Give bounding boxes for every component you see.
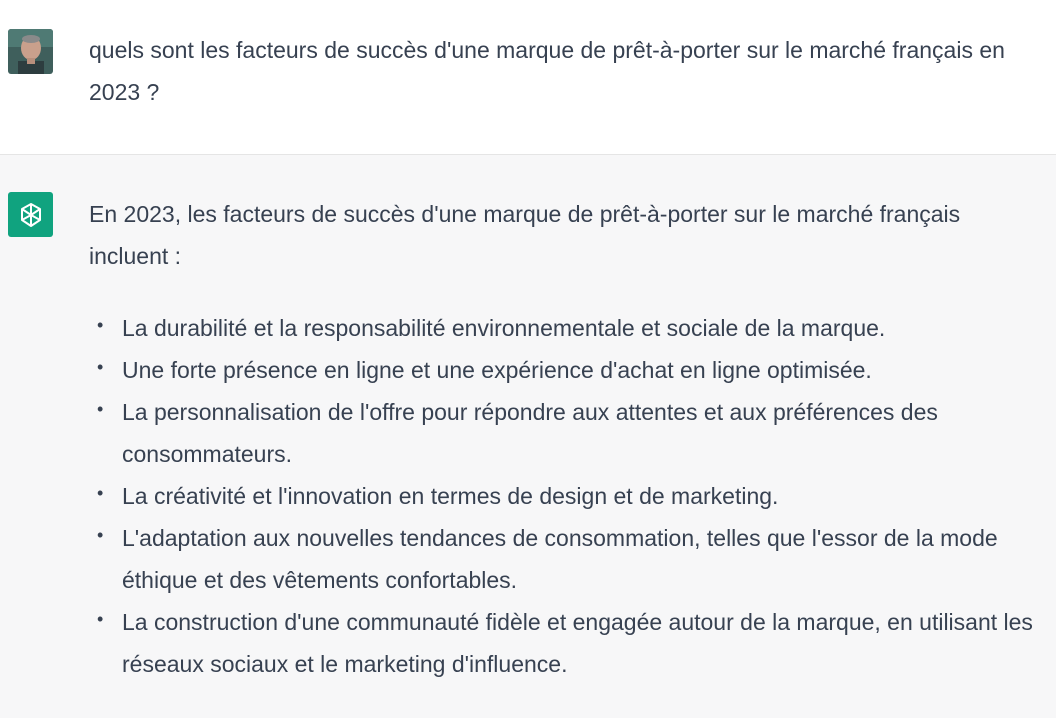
bullet-glyph: • bbox=[97, 483, 104, 503]
list-item: • L'adaptation aux nouvelles tendances de… bbox=[89, 517, 1040, 601]
list-item: • La construction d'une communauté fidèle… bbox=[89, 601, 1040, 685]
assistant-message-body: En 2023, les facteurs de succès d'une ma… bbox=[89, 193, 1040, 685]
bullet-glyph: • bbox=[97, 315, 104, 335]
assistant-intro-text: En 2023, les facteurs de succès d'une ma… bbox=[89, 201, 961, 269]
user-message-text: quels sont les facteurs de succès d'une … bbox=[89, 37, 1005, 105]
assistant-message-row: En 2023, les facteurs de succès d'une ma… bbox=[0, 155, 1056, 718]
list-item: • La créativité et l'innovation en termes… bbox=[89, 475, 1040, 517]
bullet-glyph: • bbox=[97, 357, 104, 377]
bullet-glyph: • bbox=[97, 609, 104, 629]
list-item-text: Une forte présence en ligne et une expér… bbox=[122, 357, 872, 383]
bullet-glyph: • bbox=[97, 399, 104, 419]
bullet-glyph: • bbox=[97, 525, 104, 545]
success-factors-list: • La durabilité et la responsabilité envi… bbox=[89, 307, 1040, 685]
list-item: • La durabilité et la responsabilité envi… bbox=[89, 307, 1040, 349]
list-item-text: L'adaptation aux nouvelles tendances de … bbox=[122, 525, 998, 593]
list-item-text: La personnalisation de l'offre pour répo… bbox=[122, 399, 938, 467]
list-item-text: La durabilité et la responsabilité envir… bbox=[122, 315, 886, 341]
list-item-text: La créativité et l'innovation en termes … bbox=[122, 483, 779, 509]
openai-logo-icon bbox=[20, 202, 41, 227]
assistant-avatar bbox=[8, 192, 53, 237]
list-item: • La personnalisation de l'offre pour rép… bbox=[89, 391, 1040, 475]
user-photo-avatar-icon bbox=[8, 29, 53, 74]
user-message-row: quels sont les facteurs de succès d'une … bbox=[0, 0, 1056, 155]
user-avatar bbox=[8, 29, 53, 74]
list-item-text: La construction d'une communauté fidèle … bbox=[122, 609, 1033, 677]
list-item: • Une forte présence en ligne et une expé… bbox=[89, 349, 1040, 391]
